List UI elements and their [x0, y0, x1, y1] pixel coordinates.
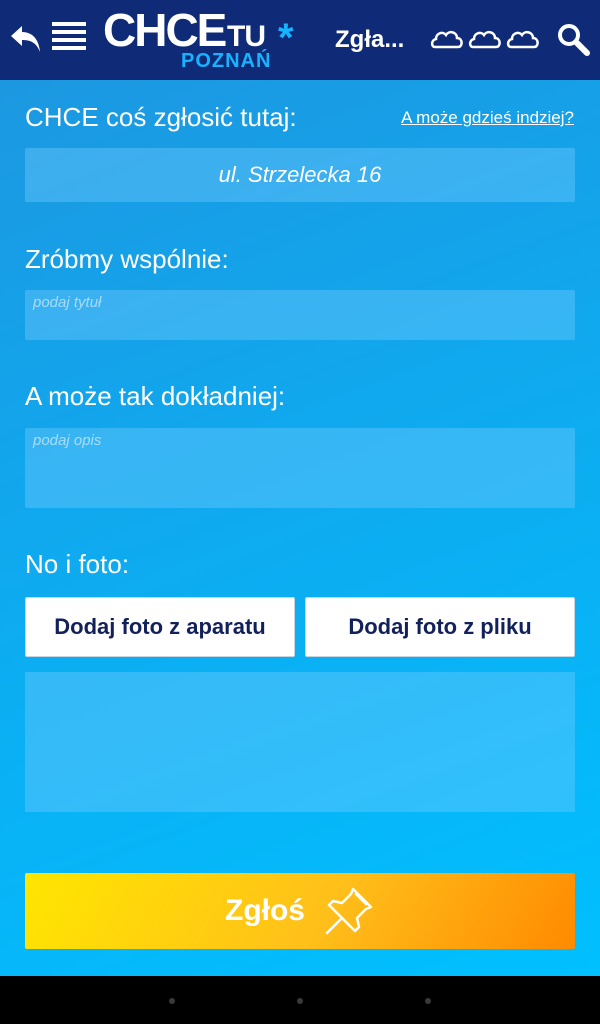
app-screen: CHCE TU * POZNAŃ Zgła... CHCE coś zgłosi… — [0, 0, 600, 976]
logo-chce: CHCE — [103, 4, 227, 56]
title-label: Zróbmy wspólnie: — [25, 244, 229, 274]
logo-star: * — [278, 16, 294, 60]
cloud-icon — [430, 30, 463, 49]
location-label: CHCE coś zgłosić tutaj: — [25, 102, 297, 132]
page-title: Zgła... — [335, 26, 405, 53]
hamburger-menu-icon[interactable] — [52, 22, 86, 58]
submit-label: Zgłoś — [225, 894, 305, 927]
logo-tu: TU — [227, 20, 266, 53]
search-icon[interactable] — [556, 22, 590, 56]
nav-home-dot[interactable] — [297, 998, 303, 1004]
back-arrow-icon[interactable] — [8, 20, 46, 58]
photo-preview-area — [25, 672, 575, 812]
address-field[interactable]: ul. Strzelecka 16 — [25, 148, 575, 202]
title-input[interactable]: podaj tytuł — [25, 290, 575, 340]
description-placeholder: podaj opis — [33, 432, 102, 449]
description-input[interactable]: podaj opis — [25, 428, 575, 508]
top-bar: CHCE TU * POZNAŃ Zgła... — [0, 0, 600, 80]
photo-label: No i foto: — [25, 549, 130, 579]
nav-back-dot[interactable] — [169, 998, 175, 1004]
app-logo: CHCE TU * POZNAŃ — [103, 4, 303, 76]
system-navigation-bar — [0, 976, 600, 1024]
pushpin-icon — [325, 887, 373, 935]
add-photo-camera-button[interactable]: Dodaj foto z aparatu — [25, 597, 295, 657]
change-location-link[interactable]: A może gdzieś indziej? — [401, 106, 574, 130]
description-label: A może tak dokładniej: — [25, 381, 286, 411]
cloud-icon — [506, 30, 539, 49]
add-photo-file-button[interactable]: Dodaj foto z pliku — [305, 597, 575, 657]
logo-city: POZNAŃ — [181, 50, 272, 72]
title-placeholder: podaj tytuł — [33, 294, 102, 311]
weather-clouds — [430, 28, 540, 52]
submit-button[interactable]: Zgłoś — [25, 873, 575, 949]
cloud-icon — [468, 30, 501, 49]
nav-recents-dot[interactable] — [425, 998, 431, 1004]
